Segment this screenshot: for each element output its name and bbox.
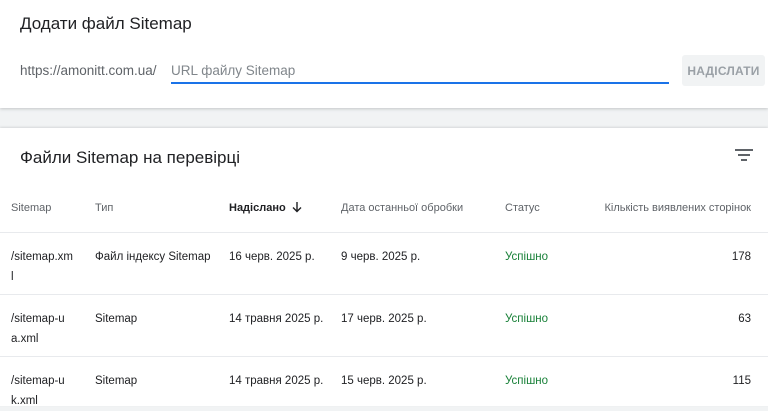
add-sitemap-title: Додати файл Sitemap [20,14,192,33]
column-header-type[interactable]: Тип [95,202,113,214]
discovered-pages-count: 178 [731,251,751,263]
sitemap-path: /sitemap.xml [11,251,73,283]
sitemap-url-field [171,58,669,84]
sitemap-path: /sitemap-ua.xml [11,313,65,345]
sitemaps-list-title: Файли Sitemap на перевірці [20,148,241,167]
last-processed-date: 17 черв. 2025 р. [341,313,427,325]
status-text: Успішно [505,251,549,263]
sitemap-type: Sitemap [95,375,138,387]
submitted-date: 14 травня 2025 р. [229,313,324,325]
url-prefix: https://amonitt.com.ua/ [20,63,157,78]
column-header-submitted[interactable]: Надіслано [229,202,302,214]
sitemap-path: /sitemap-uk.xml [11,375,65,407]
column-header-last-processed[interactable]: Дата останньої обробки [341,202,463,214]
discovered-pages-count: 115 [732,375,751,387]
filter-list-icon[interactable] [735,148,753,162]
arrow-down-icon [292,202,302,213]
last-processed-date: 9 черв. 2025 р. [341,251,421,263]
column-header-submitted-label: Надіслано [229,202,286,214]
table-row[interactable]: /sitemap-uk.xml Sitemap 14 травня 2025 р… [0,356,768,407]
status-text: Успішно [505,375,549,387]
sitemap-type: Файл індексу Sitemap [95,251,211,263]
discovered-pages-count: 63 [738,313,751,325]
status-text: Успішно [505,313,549,325]
table-row[interactable]: /sitemap-ua.xml Sitemap 14 травня 2025 р… [0,294,768,356]
add-sitemap-card: Додати файл Sitemap https://amonitt.com.… [0,0,768,108]
submitted-sitemaps-card: Файли Sitemap на перевірці Sitemap Тип Н… [0,128,768,407]
submit-button[interactable]: НАДІСЛАТИ [682,55,765,86]
table-row[interactable]: /sitemap.xml Файл індексу Sitemap 16 чер… [0,232,768,294]
sitemap-type: Sitemap [95,313,138,325]
sitemap-url-input[interactable] [171,58,669,82]
column-header-discovered-pages[interactable]: Кількість виявлених сторінок [604,202,751,214]
submitted-date: 14 травня 2025 р. [229,375,324,387]
submitted-date: 16 черв. 2025 р. [229,251,315,263]
column-header-sitemap[interactable]: Sitemap [11,202,51,214]
last-processed-date: 15 черв. 2025 р. [341,375,427,387]
column-header-status[interactable]: Статус [505,202,540,214]
